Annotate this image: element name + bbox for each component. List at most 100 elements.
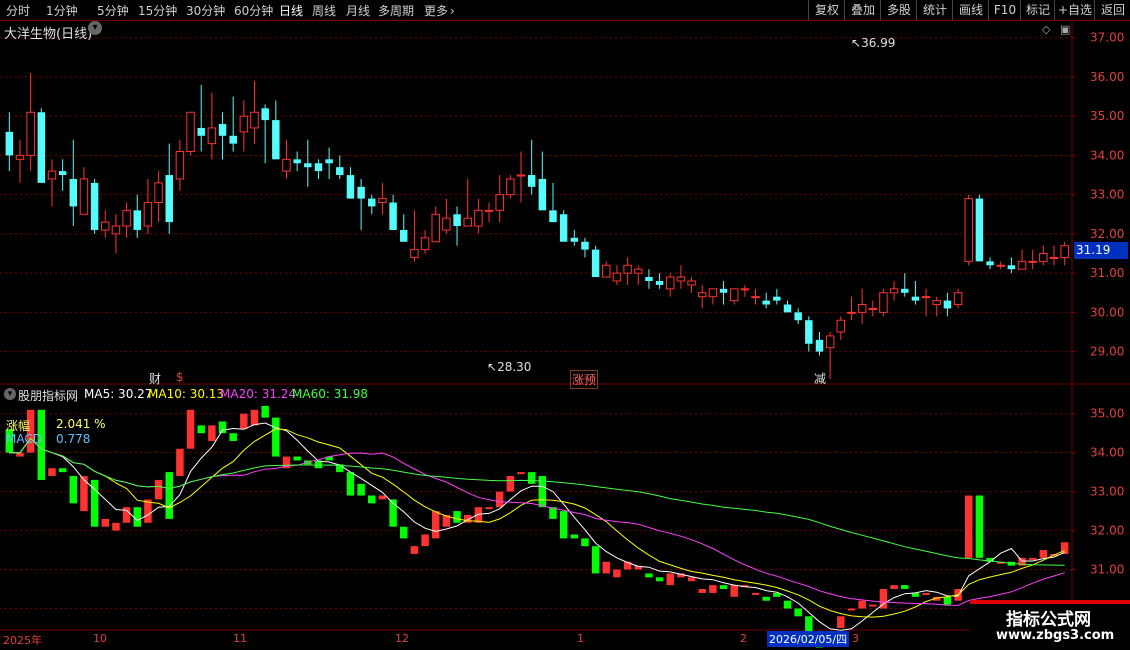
indicator-bar [293,456,301,461]
candle-body [612,272,622,282]
indicator-bar [783,600,792,609]
indicator-bar [133,507,141,527]
candle-body [474,209,483,227]
ma5-label: MA5: 30.27 [84,387,153,401]
indicator-bar [869,604,877,607]
indicator-bar [709,585,717,593]
event-marker-finance[interactable]: 财 [149,370,161,387]
ma60-label: MA60: 31.98 [292,387,369,401]
candle-body [272,120,280,160]
indicator-bar [730,585,738,597]
candle-body [186,111,195,152]
indicator-bar [346,472,355,496]
candle-body [442,217,451,231]
indicator-bar [901,585,909,590]
indicator-bar [570,534,579,539]
candle-body [602,264,611,278]
candle-body [1017,260,1027,270]
candle-body [889,288,899,294]
time-label-dec: 12 [395,632,409,645]
time-label-oct: 10 [93,632,107,645]
candle-body [1028,260,1037,263]
candle-body [527,175,536,187]
candle-body [400,229,408,242]
time-label-feb: 2 [740,632,747,645]
zhangfu-value: 2.041 % [56,417,106,431]
candle-body [879,292,888,313]
candle-body [975,198,984,262]
time-label-nov: 11 [233,632,247,645]
indicator-bar [527,472,536,484]
ma10-label: MA10: 30.13 [148,387,225,401]
indicator-bar [69,476,78,504]
candle-body [154,182,163,203]
cursor-date-label: 2026/02/05/四 [767,631,850,647]
candle-body [687,280,696,286]
candle-body [847,311,856,314]
indicator-bar [506,476,515,492]
indicator-bar [964,495,973,558]
candle-body [549,210,557,223]
indicator-bar [837,616,845,628]
indicator-bar [495,491,504,508]
candle-body [751,296,760,299]
candle-body [325,159,333,164]
candle-body [857,304,867,313]
indicator-bar [165,472,173,519]
indicator-bar [666,573,674,586]
candle-body [26,111,35,156]
ma5-line [9,422,1065,631]
indicator-bar [975,495,984,558]
low-price-value: 28.30 [497,360,532,374]
candle-body [794,312,802,321]
candle-body [218,124,227,136]
candle-body [740,288,750,291]
event-marker-reduce[interactable]: 减 [814,370,826,387]
candle-body [773,296,781,301]
indicator-bar [1039,550,1048,558]
candle-body [570,237,579,242]
event-marker-forecast[interactable]: 涨预 [570,370,599,389]
indicator-bar [687,577,696,582]
candle-body [591,249,600,278]
indicator-bar [762,596,770,601]
indicator-bar [794,608,802,617]
indicator-bar [357,483,365,496]
candle-body [932,300,941,306]
current-price-badge: 31.19 [1074,242,1128,259]
kline-chart[interactable]: 37.00 36.00 35.00 34.00 33.00 32.00 31.00 30.00… [0,0,1130,650]
candle-body [37,112,46,183]
high-price-annotation: ↖36.99 [851,36,896,50]
price-tick-label: 31.00 [1090,266,1124,280]
panel-toggle-icon[interactable]: ▣ [1060,23,1070,36]
candle-body [986,261,994,266]
candle-body [623,264,632,274]
indicator-bar [485,507,493,510]
candle-body [463,217,472,227]
candle-body [901,288,909,293]
watermark-title: 指标公式网 [1006,610,1091,630]
lower-tick-label: 32.00 [1090,524,1124,538]
candle-body [133,210,141,230]
candle-body [996,264,1005,267]
event-marker-dividend[interactable]: $ [176,370,184,384]
diamond-icon[interactable]: ◇ [1042,23,1050,36]
indicator-bar [751,592,760,595]
candle-body [921,296,931,299]
high-price-value: 36.99 [861,36,896,50]
candle-body [655,280,664,285]
candle-body [250,111,259,129]
indicator-bar [144,499,152,523]
candle-body [293,159,301,164]
candle-body [911,296,920,301]
candle-body [122,209,131,227]
chevron-down-icon[interactable]: ▾ [88,21,102,35]
candle-body [825,335,835,349]
candle-body [431,213,440,243]
watermark-url: www.zbgs3.com [996,628,1115,643]
indicator-bar [431,511,440,539]
candle-body [645,277,653,281]
lower-tick-label: 33.00 [1090,485,1124,499]
indicator-menu-icon[interactable]: ▾ [4,388,16,400]
indicator-bar [858,600,866,609]
